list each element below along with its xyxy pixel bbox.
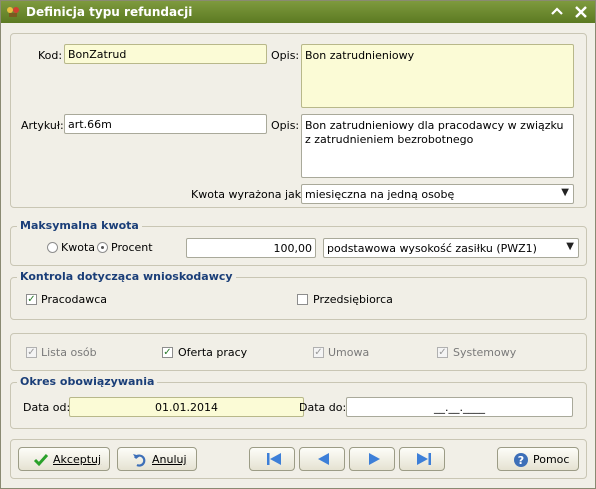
opis1-textarea[interactable]: Bon zatrudnieniowy <box>301 44 574 108</box>
radio-kwota[interactable] <box>47 242 58 253</box>
kod-input[interactable]: BonZatrud <box>64 44 267 64</box>
kontrola-title: Kontrola dotycząca wnioskodawcy <box>17 270 236 283</box>
oferta-pracy-label: Oferta pracy <box>178 346 248 359</box>
max-kwota-group: Maksymalna kwota Kwota Procent 100,00 po… <box>10 219 587 266</box>
opis2-label: Opis: <box>271 119 300 132</box>
last-record-button[interactable] <box>399 447 445 471</box>
svg-text:?: ? <box>518 454 524 467</box>
umowa-label: Umowa <box>328 346 370 359</box>
umowa-checkbox[interactable]: ✓ <box>313 347 324 358</box>
collapse-button[interactable] <box>548 3 566 21</box>
help-icon: ? <box>513 452 529 468</box>
previous-icon <box>318 453 329 465</box>
opis1-label: Opis: <box>271 49 300 62</box>
flags-group: ✓ Lista osób ✓ Oferta pracy ✓ Umowa ✓ Sy… <box>10 333 587 371</box>
last-icon <box>417 453 431 465</box>
przedsiebiorca-checkbox[interactable] <box>297 294 308 305</box>
first-record-button[interactable] <box>249 447 295 471</box>
przedsiebiorca-label: Przedsiębiorca <box>313 293 393 306</box>
base-select-value: podstawowa wysokość zasiłku (PWZ1) <box>327 242 537 255</box>
button-bar: Akceptuj Anuluj ? Pomoc <box>10 439 587 479</box>
artykul-label: Artykuł: <box>21 119 64 132</box>
pomoc-label: Pomoc <box>533 453 570 466</box>
app-icon <box>7 7 19 17</box>
data-od-label: Data od: <box>23 401 71 414</box>
kontrola-group: Kontrola dotycząca wnioskodawcy ✓ Pracod… <box>10 270 587 320</box>
next-record-button[interactable] <box>349 447 395 471</box>
okres-title: Okres obowiązywania <box>17 375 158 388</box>
kwota-select-value: miesięczna na jedną osobę <box>305 188 455 201</box>
opis2-textarea[interactable]: Bon zatrudnieniowy dla pracodawcy w zwią… <box>301 114 574 178</box>
close-icon <box>575 6 587 18</box>
systemowy-label: Systemowy <box>453 346 517 359</box>
dropdown-arrow-icon: ▼ <box>561 187 569 198</box>
lista-osob-checkbox[interactable]: ✓ <box>26 347 37 358</box>
akceptuj-label: Akceptuj <box>53 453 102 466</box>
dropdown-arrow-icon: ▼ <box>566 241 574 252</box>
lista-osob-label: Lista osób <box>41 346 97 359</box>
first-icon <box>267 453 281 465</box>
akceptuj-button[interactable]: Akceptuj <box>18 447 110 471</box>
anuluj-button[interactable]: Anuluj <box>117 447 197 471</box>
okres-group: Okres obowiązywania Data od: 01.01.2014 … <box>10 375 587 429</box>
radio-procent[interactable] <box>97 242 108 253</box>
oferta-pracy-checkbox[interactable]: ✓ <box>162 347 173 358</box>
definition-group: Kod: BonZatrud Opis: Bon zatrudnieniowy … <box>10 33 587 208</box>
data-do-input[interactable]: __.__.____ <box>346 397 573 417</box>
radio-procent-label: Procent <box>111 241 153 254</box>
next-icon <box>369 453 380 465</box>
kod-label: Kod: <box>38 49 63 62</box>
artykul-input[interactable]: art.66m <box>64 114 267 134</box>
prev-record-button[interactable] <box>299 447 345 471</box>
window-title: Definicja typu refundacji <box>26 5 193 19</box>
dialog-window: Definicja typu refundacji Kod: BonZatrud… <box>0 0 596 489</box>
radio-kwota-label: Kwota <box>61 241 95 254</box>
anuluj-label: Anuluj <box>152 453 187 466</box>
kwota-label: Kwota wyrażona jako: <box>191 188 312 201</box>
max-kwota-title: Maksymalna kwota <box>17 219 142 232</box>
data-do-label: Data do: <box>299 401 347 414</box>
pracodawca-checkbox[interactable]: ✓ <box>26 294 37 305</box>
title-bar: Definicja typu refundacji <box>1 1 595 23</box>
base-select[interactable]: podstawowa wysokość zasiłku (PWZ1) ▼ <box>323 238 579 258</box>
close-button[interactable] <box>572 3 590 21</box>
pracodawca-label: Pracodawca <box>41 293 107 306</box>
max-kwota-value-input[interactable]: 100,00 <box>186 238 316 258</box>
undo-icon <box>132 452 148 468</box>
systemowy-checkbox[interactable]: ✓ <box>437 347 448 358</box>
pomoc-button[interactable]: ? Pomoc <box>497 447 579 471</box>
checkmark-icon <box>33 452 49 468</box>
data-od-input[interactable]: 01.01.2014 <box>69 397 304 417</box>
chevron-up-icon <box>551 7 563 15</box>
kwota-select[interactable]: miesięczna na jedną osobę ▼ <box>301 184 574 204</box>
